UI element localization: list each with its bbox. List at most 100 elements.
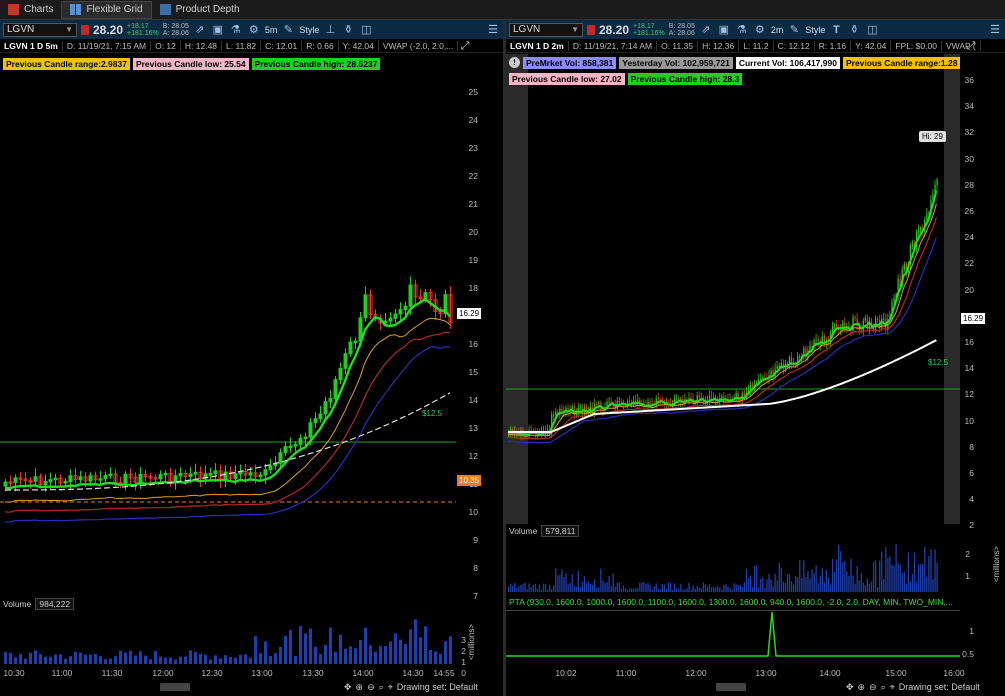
right-volume-bar (813, 573, 815, 592)
zoom-out-icon[interactable]: ⊖ (367, 682, 375, 693)
right-volume-bar (536, 588, 538, 592)
pattern-icon[interactable]: ◫ (359, 23, 373, 36)
flask-icon[interactable]: ⚱ (341, 23, 355, 36)
zoom-out-icon[interactable]: ⊖ (869, 682, 877, 693)
right-volume-bar (622, 585, 625, 592)
left-price-axis-tick: 13 (468, 423, 478, 433)
right-status-bar: ✥ ⊕ ⊖ ⌕ ⌖ Drawing set: Default (506, 681, 1005, 693)
right-time-axis-tick: 12:00 (685, 668, 707, 678)
right-volume-bar (870, 581, 873, 592)
link-color-icon[interactable] (587, 24, 595, 35)
right-volume-bar (920, 564, 922, 592)
right-volume-bar (874, 560, 877, 592)
pan-icon[interactable]: ✥ (344, 682, 352, 693)
left-price-axis-tick: 8 (473, 563, 478, 573)
right-symbol-input[interactable]: LGVN ▼ (509, 22, 583, 37)
right-volume-bar (819, 576, 821, 592)
tab-product-depth[interactable]: Product Depth (152, 1, 248, 19)
tab-charts[interactable]: Charts (0, 1, 61, 19)
left-candle (53, 477, 58, 481)
right-volume-bar (532, 584, 534, 592)
gear-icon[interactable]: ⚙ (247, 23, 261, 36)
right-volume-bar (915, 582, 918, 592)
right-volume-bar (544, 584, 547, 592)
tab-flexible-grid[interactable]: Flexible Grid (61, 0, 152, 19)
left-volume-bar (219, 658, 222, 664)
right-volume-bar (579, 587, 582, 592)
magnifier-icon[interactable]: ⌕ (379, 682, 384, 693)
right-volume-bar (555, 568, 557, 592)
zoom-in-icon[interactable]: ⊕ (356, 682, 364, 693)
left-scroll-thumb[interactable] (160, 683, 190, 691)
right-drawing-set[interactable]: Drawing set: Default (899, 682, 980, 692)
left-volume-bar (444, 641, 447, 664)
right-volume-bar (901, 572, 903, 592)
text-tool-icon[interactable]: T (829, 24, 843, 36)
right-volume-bar (653, 586, 655, 592)
drawing-tools-icon[interactable]: ⊥ (323, 23, 337, 36)
flask-icon[interactable]: ⚱ (847, 23, 861, 36)
gear-icon[interactable]: ⚙ (753, 23, 767, 36)
left-candle (403, 305, 408, 311)
left-candle (163, 472, 168, 476)
left-candle (208, 473, 213, 476)
right-volume-bar (698, 587, 700, 592)
right-volume-bar (700, 588, 702, 592)
right-price-chart[interactable] (506, 54, 960, 524)
menu-icon[interactable]: ☰ (486, 23, 500, 36)
right-prev-low-label: Previous Candle low: 27.02 (509, 73, 625, 85)
magnifier-icon[interactable]: ⌕ (881, 682, 886, 693)
right-volume-bar (854, 583, 856, 592)
menu-icon[interactable]: ☰ (988, 23, 1002, 36)
right-timeframe-button[interactable]: 2m (771, 25, 784, 35)
alert-icon[interactable]: ! (509, 57, 520, 68)
right-pta-chart[interactable] (506, 610, 960, 668)
share-icon[interactable]: ⇗ (699, 23, 713, 36)
expand-icon[interactable]: ⤢ (964, 40, 978, 53)
right-volume-bar (696, 586, 698, 592)
right-price-axis-tick: 2 (969, 520, 974, 531)
left-volume-bar (349, 646, 352, 664)
left-time-axis-tick: 12:30 (201, 668, 223, 678)
studies-icon[interactable]: ⚗ (229, 23, 243, 36)
pin-icon[interactable]: ⌖ (890, 682, 895, 693)
right-volume-bar (635, 588, 637, 592)
left-candle (338, 367, 343, 381)
snapshot-icon[interactable]: ▣ (717, 23, 731, 36)
right-volume-bar (797, 576, 799, 592)
left-timeframe-button[interactable]: 5m (265, 25, 278, 35)
right-style-button[interactable]: Style (805, 25, 825, 35)
right-level-label: $12.5 (928, 358, 949, 367)
left-volume-bar (24, 658, 27, 664)
left-symbol-input[interactable]: LGVN ▼ (3, 22, 77, 37)
right-volume-bar (725, 584, 727, 592)
right-volume-bar (778, 562, 780, 592)
expand-icon[interactable]: ⤢ (458, 40, 472, 53)
left-volume-chart[interactable] (0, 612, 456, 667)
pan-icon[interactable]: ✥ (846, 682, 854, 693)
right-scroll-thumb[interactable] (716, 683, 746, 691)
left-volume-bar (379, 646, 382, 664)
left-info-low: L: 11.82 (222, 40, 262, 51)
pattern-icon[interactable]: ◫ (865, 23, 879, 36)
right-price-axis-tick: 8 (969, 441, 974, 452)
right-price-axis-tick: 30 (964, 153, 974, 164)
left-drawing-set[interactable]: Drawing set: Default (397, 682, 478, 692)
right-volume-bar (737, 584, 739, 592)
snapshot-icon[interactable]: ▣ (211, 23, 225, 36)
zoom-in-icon[interactable]: ⊕ (858, 682, 866, 693)
left-time-axis-tick: 13:00 (251, 668, 273, 678)
right-volume-bar (567, 584, 569, 592)
right-volume-bar (516, 588, 518, 592)
right-candle (831, 326, 834, 333)
left-volume-bar (49, 656, 52, 664)
right-volume-chart[interactable] (506, 538, 960, 594)
link-color-icon[interactable] (81, 24, 89, 35)
left-style-button[interactable]: Style (299, 25, 319, 35)
pin-icon[interactable]: ⌖ (388, 682, 393, 693)
right-volume-bar (782, 581, 784, 592)
left-price-chart[interactable] (0, 54, 456, 612)
studies-icon[interactable]: ⚗ (735, 23, 749, 36)
share-icon[interactable]: ⇗ (193, 23, 207, 36)
right-volume-bar (889, 556, 891, 592)
